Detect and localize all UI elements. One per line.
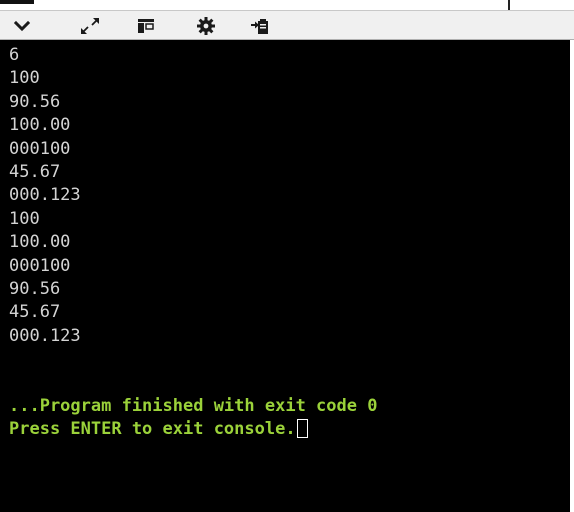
output-line: 100.00 [9,115,71,136]
output-lines: 6 100 90.56 100.00 000100 45.67 000.123 100 100.… [9,44,574,348]
exit-prompt-line: Press ENTER to exit console. [9,418,574,441]
cropped-heading-fragment [0,0,40,4]
exit-prompt: Press ENTER to exit console. [9,419,296,440]
output-line: 100.00 [9,232,71,253]
collapse-button[interactable] [10,15,34,37]
window-edge-divider [508,0,510,10]
maximize-button[interactable] [78,15,102,37]
export-button[interactable] [248,15,272,37]
output-line: 100 [9,68,40,89]
gear-icon [197,17,215,35]
layout-button[interactable] [134,15,158,37]
output-line: 000100 [9,138,71,159]
settings-button[interactable] [194,15,218,37]
expand-icon [81,18,99,34]
output-line: 000.123 [9,325,81,346]
output-line: 45.67 [9,161,61,182]
finish-message: ...Program finished with exit code 0 [9,395,378,416]
chevron-down-icon [14,20,30,32]
output-line: 90.56 [9,91,61,112]
console-right-edge [570,40,574,512]
layout-icon [138,19,154,33]
output-line: 45.67 [9,302,61,323]
window-top-edge [0,0,574,10]
console-toolbar [0,10,574,40]
console-output[interactable]: 6 100 90.56 100.00 000100 45.67 000.123 100 100.… [0,40,574,512]
output-line: 000.123 [9,185,81,206]
output-line: 000100 [9,255,71,276]
output-line: 90.56 [9,278,61,299]
screenshot-frame: 6 100 90.56 100.00 000100 45.67 000.123 100 100.… [0,0,574,512]
text-cursor [296,419,308,439]
output-line: 6 [9,45,20,65]
output-line: 100 [9,208,40,229]
export-icon [251,19,268,34]
